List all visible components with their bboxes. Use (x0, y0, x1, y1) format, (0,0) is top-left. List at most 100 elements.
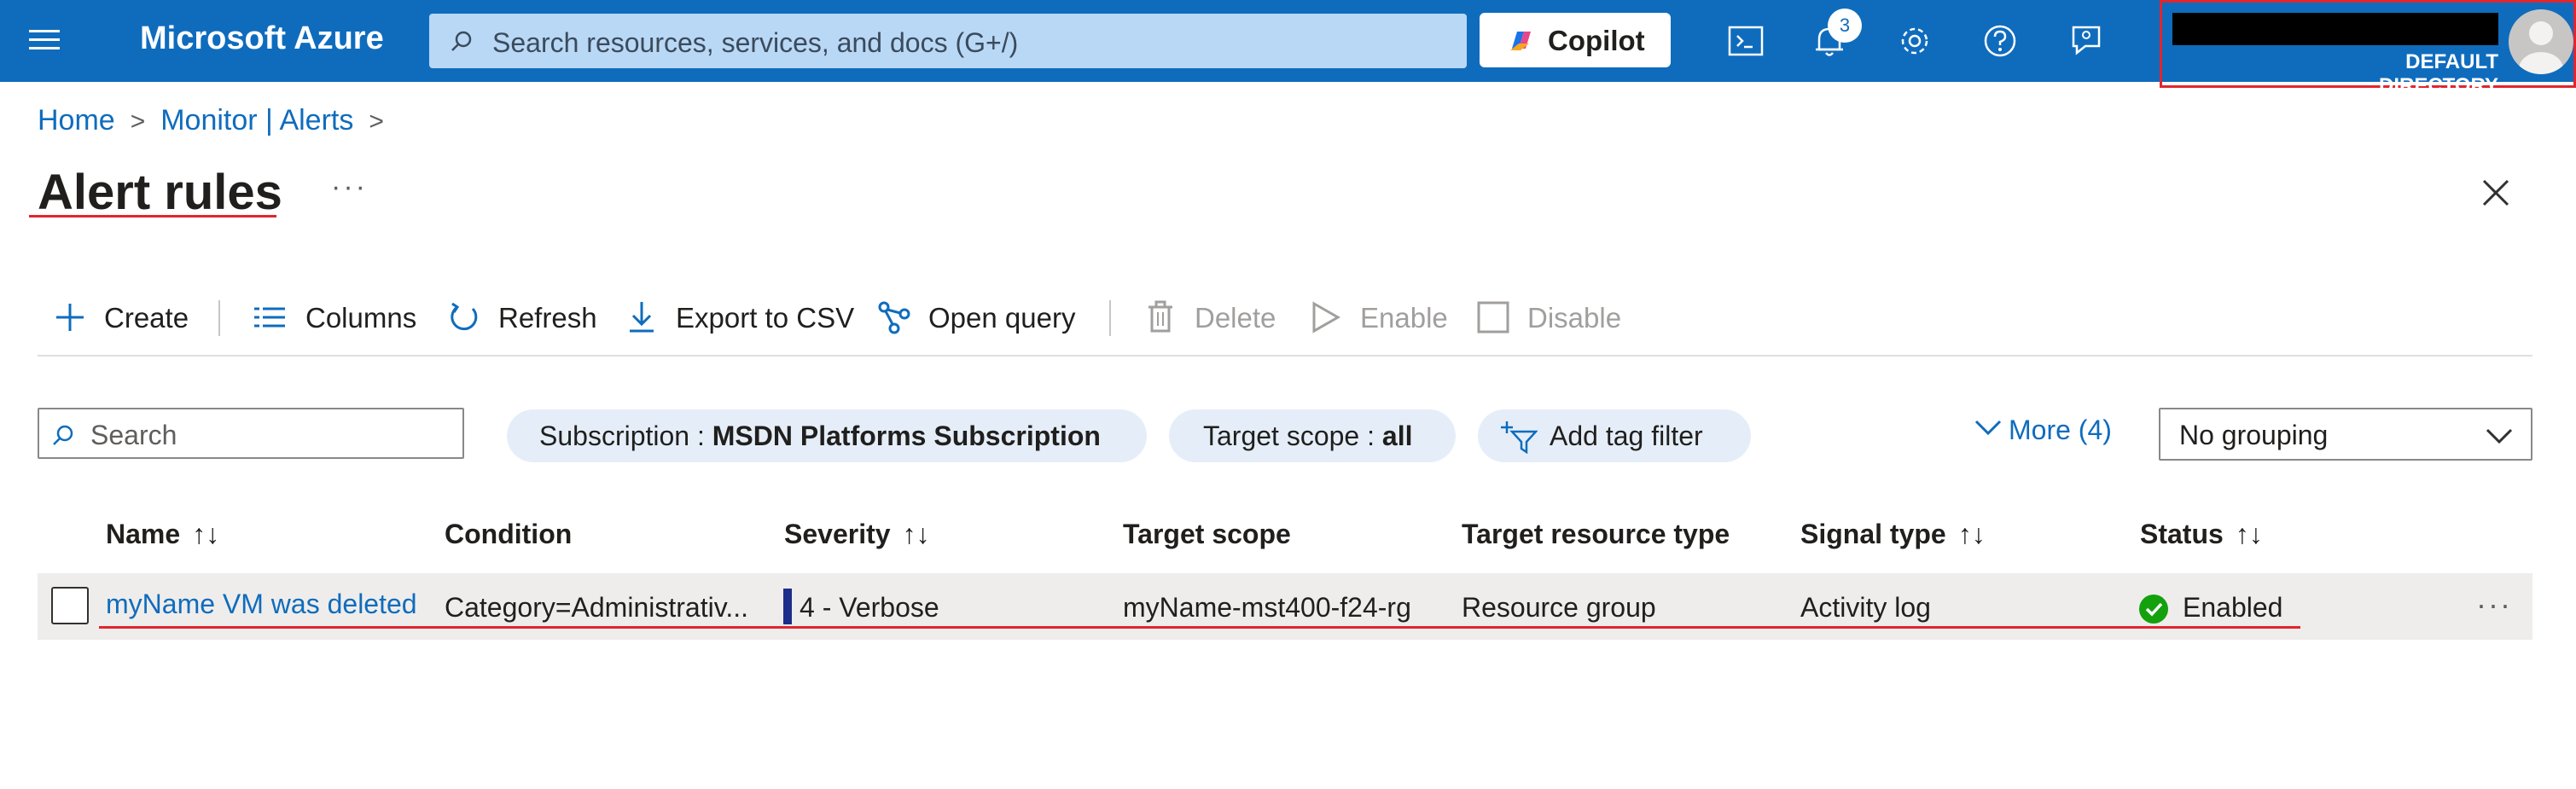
check-circle-icon (2139, 595, 2168, 624)
copilot-label: Copilot (1548, 25, 1645, 56)
page-more-button[interactable]: ··· (331, 171, 368, 204)
column-header-status[interactable]: Status ↑↓ (2140, 519, 2263, 550)
alert-rule-target-scope: myName-mst400-f24-rg (1123, 592, 1411, 623)
subscription-filter-label: Subscription : (539, 421, 712, 451)
row-more-button[interactable]: ··· (2476, 587, 2512, 623)
brand-title[interactable]: Microsoft Azure (140, 20, 384, 57)
row-checkbox[interactable] (51, 587, 89, 624)
add-tag-filter-label: Add tag filter (1550, 421, 1703, 451)
search-icon (451, 31, 472, 51)
column-header-name-label: Name (106, 519, 181, 549)
column-header-severity[interactable]: Severity ↑↓ (784, 519, 930, 550)
grouping-dropdown[interactable]: No grouping (2159, 408, 2532, 461)
annotation-underline (29, 215, 276, 218)
close-icon[interactable] (2479, 176, 2513, 210)
play-icon (1312, 301, 1341, 334)
delete-label: Delete (1195, 302, 1276, 334)
directory-label: DEFAULT DIRECTORY (2378, 50, 2498, 97)
disable-label: Disable (1527, 302, 1622, 334)
more-filters-label: More (4) (2009, 415, 2112, 445)
stop-icon (1477, 301, 1509, 334)
page-title: Alert rules (38, 165, 282, 220)
delete-button[interactable]: Delete (1143, 299, 1297, 338)
columns-label: Columns (305, 302, 417, 334)
refresh-label: Refresh (498, 302, 597, 334)
target-scope-filter-value: all (1381, 421, 1413, 451)
column-header-signal-type[interactable]: Signal type ↑↓ (1800, 519, 1986, 550)
query-icon (878, 301, 910, 334)
sort-icon[interactable]: ↑↓ (1958, 519, 1986, 549)
enable-label: Enable (1360, 302, 1448, 334)
user-silhouette-icon (2519, 21, 2563, 74)
trash-icon (1148, 300, 1172, 333)
global-search-input[interactable]: Search resources, services, and docs (G+… (429, 14, 1467, 68)
breadcrumb: Home > Monitor | Alerts > (38, 104, 399, 137)
chevron-down-icon (1974, 420, 2002, 435)
account-menu[interactable]: DEFAULT DIRECTORY (2160, 0, 2576, 97)
export-csv-label: Export to CSV (676, 302, 855, 334)
toolbar-divider (1109, 300, 1111, 336)
open-query-label: Open query (928, 302, 1076, 334)
breadcrumb-monitor-alerts[interactable]: Monitor | Alerts (160, 104, 353, 136)
more-filters-link[interactable]: More (4) (1974, 415, 2112, 446)
toolbar-divider (218, 300, 220, 336)
open-query-button[interactable]: Open query (877, 299, 1082, 338)
cloud-shell-icon[interactable] (1727, 22, 1765, 60)
column-header-target-resource-type: Target resource type (1462, 519, 1730, 549)
create-button[interactable]: Create (53, 299, 189, 338)
column-header-signal-type-label: Signal type (1800, 519, 1946, 549)
feedback-icon[interactable] (2067, 22, 2104, 60)
notification-badge: 3 (1828, 9, 1862, 43)
columns-button[interactable]: Columns (253, 299, 423, 338)
disable-button[interactable]: Disable (1476, 299, 1630, 338)
chevron-down-icon (2486, 428, 2513, 444)
subscription-filter-pill[interactable]: Subscription : MSDN Platforms Subscripti… (507, 409, 1147, 462)
toolbar-divider-line (38, 355, 2532, 357)
sort-icon[interactable]: ↑↓ (2236, 519, 2263, 549)
severity-indicator (783, 589, 792, 624)
annotation-underline (99, 626, 2300, 629)
download-icon (630, 302, 654, 333)
top-bar: Microsoft Azure Search resources, servic… (0, 0, 2576, 97)
alert-search-placeholder: Search (90, 420, 177, 450)
hamburger-menu-icon[interactable] (29, 24, 63, 58)
breadcrumb-home[interactable]: Home (38, 104, 115, 136)
redacted-account-name (2172, 13, 2498, 45)
search-icon (53, 425, 73, 445)
alert-rule-status: Enabled (2183, 592, 2283, 623)
copilot-button[interactable]: Copilot (1480, 13, 1671, 67)
sort-icon[interactable]: ↑↓ (903, 519, 930, 549)
target-scope-filter-label: Target scope : (1203, 421, 1382, 451)
column-header-condition: Condition (445, 519, 573, 549)
alert-rule-name-link[interactable]: myName VM was deleted (106, 589, 417, 620)
refresh-button[interactable]: Refresh (447, 299, 618, 338)
breadcrumb-separator: > (369, 107, 384, 136)
sort-icon[interactable]: ↑↓ (192, 519, 219, 549)
add-tag-filter-button[interactable]: Add tag filter (1478, 409, 1751, 462)
alert-rule-resource-type: Resource group (1462, 592, 1656, 623)
column-header-target-scope: Target scope (1123, 519, 1291, 549)
create-label: Create (104, 302, 189, 334)
gear-icon[interactable] (1896, 22, 1933, 60)
grouping-selected: No grouping (2179, 420, 2329, 450)
global-search-placeholder: Search resources, services, and docs (G+… (492, 27, 1019, 58)
columns-icon (254, 307, 285, 328)
column-header-severity-label: Severity (784, 519, 891, 549)
enable-button[interactable]: Enable (1309, 299, 1462, 338)
alert-rule-signal-type: Activity log (1800, 592, 1931, 623)
alert-rule-severity: 4 - Verbose (800, 592, 939, 623)
column-header-name[interactable]: Name ↑↓ (106, 519, 219, 550)
copilot-icon (1510, 32, 1531, 50)
target-scope-filter-pill[interactable]: Target scope : all (1169, 409, 1456, 462)
column-header-status-label: Status (2140, 519, 2224, 549)
add-filter-icon (1501, 421, 1538, 454)
breadcrumb-separator: > (130, 107, 146, 136)
plus-icon (56, 304, 84, 331)
alert-search-input[interactable]: Search (38, 408, 464, 459)
avatar[interactable] (2509, 9, 2573, 74)
subscription-filter-value: MSDN Platforms Subscription (712, 421, 1101, 451)
alert-rule-condition: Category=Administrativ... (445, 592, 748, 623)
help-icon[interactable] (1981, 22, 2019, 60)
refresh-icon (451, 302, 478, 331)
export-csv-button[interactable]: Export to CSV (625, 299, 855, 338)
